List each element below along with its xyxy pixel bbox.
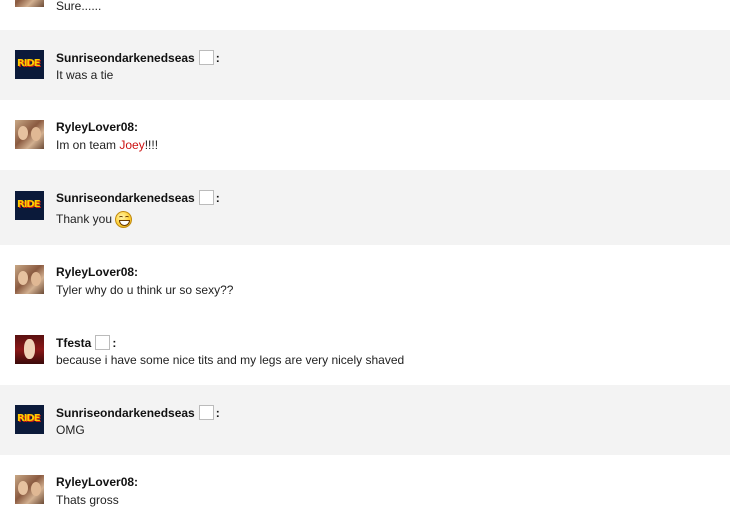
message-text: OMG — [56, 423, 85, 437]
message-text: It was a tie — [56, 68, 114, 82]
username[interactable]: Sunriseondarkenedseas: — [56, 50, 220, 65]
message-row: RIDE Sunriseondarkenedseas: It was a tie — [0, 30, 730, 100]
message-text: Sure...... — [56, 0, 102, 13]
user-avatar[interactable] — [15, 0, 44, 7]
checkbox-icon[interactable] — [198, 405, 214, 420]
smiley-icon — [115, 211, 133, 228]
username[interactable]: RyleyLover08: — [56, 120, 138, 134]
checkbox-icon[interactable] — [198, 190, 214, 205]
user-avatar[interactable]: RIDE — [15, 50, 44, 79]
username[interactable]: Sunriseondarkenedseas: — [56, 190, 220, 205]
message-text: because i have some nice tits and my leg… — [56, 353, 405, 367]
user-avatar[interactable] — [15, 335, 44, 364]
user-avatar[interactable] — [15, 265, 44, 294]
message-row: RIDE Sunriseondarkenedseas: Thank you — [0, 170, 730, 245]
user-avatar[interactable] — [15, 120, 44, 149]
message-row: RyleyLover08: Im on team Joey!!!! — [0, 100, 730, 170]
message-text: Im on team Joey!!!! — [56, 138, 159, 152]
checkbox-icon[interactable] — [198, 50, 214, 65]
message-text: Tyler why do u think ur so sexy?? — [56, 283, 234, 297]
message-row: RyleyLover08: Thats gross — [0, 455, 730, 518]
user-avatar[interactable]: RIDE — [15, 405, 44, 434]
message-text: Thank you — [56, 211, 133, 228]
user-avatar[interactable] — [15, 475, 44, 504]
checkbox-icon[interactable] — [95, 335, 111, 350]
username[interactable]: RyleyLover08: — [56, 265, 138, 279]
message-row: Tfesta: because i have some nice tits an… — [0, 315, 730, 385]
highlighted-text: Joey — [119, 138, 145, 152]
message-row: RyleyLover08: Tyler why do u think ur so… — [0, 245, 730, 315]
username[interactable]: RyleyLover08: — [56, 475, 138, 489]
username[interactable]: Sunriseondarkenedseas: — [56, 405, 220, 420]
message-row: RIDE Sunriseondarkenedseas: OMG — [0, 385, 730, 455]
user-avatar[interactable]: RIDE — [15, 191, 44, 220]
username[interactable]: Tfesta: — [56, 335, 116, 350]
message-text: Thats gross — [56, 493, 119, 507]
message-row: Sure...... — [0, 0, 730, 29]
